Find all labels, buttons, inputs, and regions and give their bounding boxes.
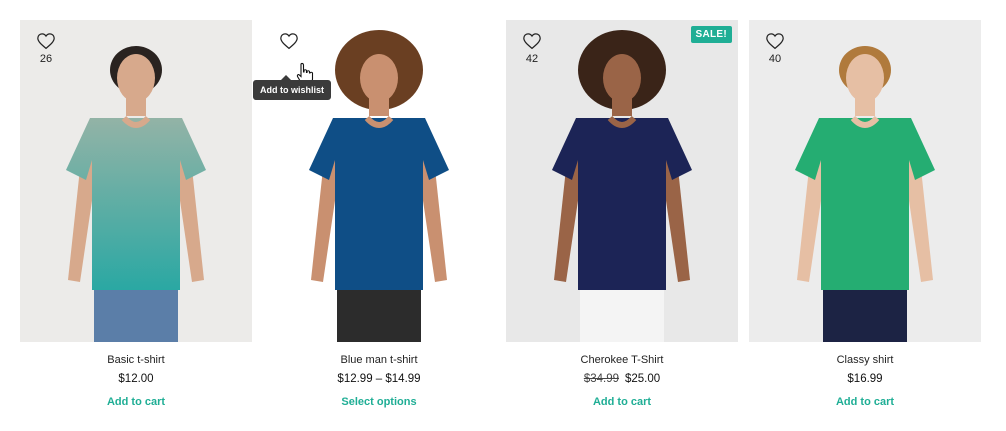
- product-image[interactable]: 42 SALE!: [506, 20, 738, 342]
- wishlist-button[interactable]: [277, 32, 314, 86]
- wishlist-count: 40: [768, 53, 782, 65]
- product-price: $34.99 $25.00: [506, 373, 738, 385]
- heart-icon: [766, 33, 784, 50]
- heart-icon: [280, 33, 298, 50]
- wishlist-count: 42: [525, 53, 539, 65]
- wishlist-tooltip: Add to wishlist: [253, 75, 331, 100]
- product-card: 40 Classy shirt $16.99 Add to cart: [749, 20, 981, 420]
- product-image[interactable]: 40: [749, 20, 981, 342]
- heart-icon: [523, 33, 541, 50]
- product-price: $12.99 – $14.99: [337, 373, 421, 385]
- wishlist-button[interactable]: 42: [520, 32, 544, 72]
- product-price: $12.00: [118, 373, 154, 385]
- product-price: $16.99: [847, 373, 883, 385]
- product-title[interactable]: Classy shirt: [749, 354, 981, 366]
- product-title[interactable]: Basic t-shirt: [20, 354, 252, 366]
- product-card: 42 SALE! Cherokee T-Shirt $34.99 $25.00 A…: [506, 20, 738, 420]
- heart-icon: [37, 33, 55, 50]
- add-to-cart-button[interactable]: Add to cart: [506, 396, 738, 408]
- wishlist-count: 26: [39, 53, 53, 65]
- sale-price: $25.00: [625, 373, 661, 385]
- product-image[interactable]: 26: [20, 20, 252, 342]
- product-image[interactable]: Add to wishlist: [253, 20, 495, 342]
- product-card: 26 Basic t-shirt $12.00 Add to cart: [20, 20, 252, 420]
- wishlist-button[interactable]: 40: [763, 32, 787, 72]
- add-to-cart-button[interactable]: Add to cart: [749, 396, 981, 408]
- sale-badge: SALE!: [690, 26, 732, 43]
- wishlist-button[interactable]: 26: [34, 32, 58, 72]
- product-title[interactable]: Cherokee T-Shirt: [506, 354, 738, 366]
- add-to-cart-button[interactable]: Add to cart: [20, 396, 252, 408]
- product-title[interactable]: Blue man t-shirt: [263, 354, 495, 366]
- original-price: $34.99: [583, 373, 619, 385]
- product-card: Add to wishlist Blue man t-shirt $12.99 …: [253, 20, 495, 420]
- product-grid: 26 Basic t-shirt $12.00 Add to cart Add …: [20, 20, 986, 420]
- select-options-button[interactable]: Select options: [263, 396, 495, 408]
